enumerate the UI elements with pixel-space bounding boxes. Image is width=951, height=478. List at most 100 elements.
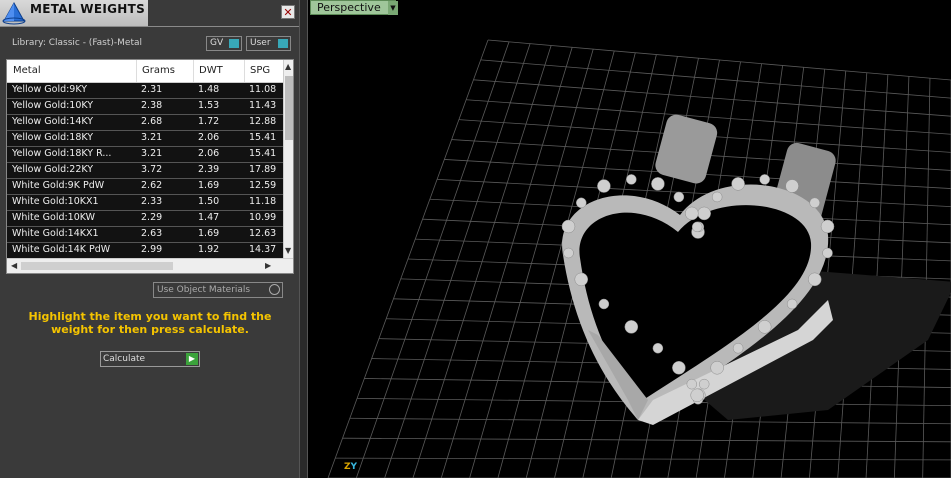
table-row[interactable]: Yellow Gold:18KY R... 3.21 2.06 15.41 <box>7 147 283 163</box>
calculate-button[interactable]: Calculate ▶ <box>100 351 200 367</box>
bead <box>785 179 799 193</box>
radio-circle-icon[interactable] <box>269 284 280 295</box>
view-name-label: Perspective <box>317 1 381 14</box>
instruction-text: Highlight the item you want to find the … <box>28 310 272 336</box>
cell-metal: White Gold:14KX1 <box>12 228 99 239</box>
cell-spg: 11.43 <box>249 100 277 111</box>
cell-metal: Yellow Gold:10KY <box>12 100 94 111</box>
cell-grams: 2.38 <box>141 100 163 111</box>
heart-pendant-model <box>561 114 951 425</box>
bead <box>561 219 576 234</box>
table-row[interactable]: Yellow Gold:9KY 2.31 1.48 11.08 <box>7 83 283 99</box>
bead <box>731 177 745 191</box>
bead <box>697 206 711 221</box>
panel-splitter[interactable] <box>299 0 308 478</box>
table-row[interactable]: White Gold:14K PdW 2.99 1.92 14.37 <box>7 243 283 259</box>
vertical-scroll-thumb[interactable] <box>285 76 293 140</box>
table-header: Metal Grams DWT SPG <box>7 60 283 83</box>
bead <box>626 174 637 185</box>
scroll-up-icon[interactable]: ▲ <box>285 62 291 71</box>
column-divider[interactable] <box>244 60 245 82</box>
cell-spg: 15.41 <box>249 132 277 143</box>
bead <box>597 179 611 193</box>
scroll-right-icon[interactable]: ▶ <box>265 261 271 270</box>
chevron-down-icon[interactable]: ▼ <box>388 1 398 15</box>
table-row[interactable]: White Gold:14KX1 2.63 1.69 12.63 <box>7 227 283 243</box>
use-object-materials-label: Use Object Materials <box>157 285 251 295</box>
cell-grams: 3.72 <box>141 164 163 175</box>
pyramid-logo-icon <box>2 1 26 25</box>
cell-dwt: 1.69 <box>198 180 220 191</box>
bead <box>710 361 724 375</box>
table-row[interactable]: Yellow Gold:18KY 3.21 2.06 15.41 <box>7 131 283 147</box>
table-row[interactable]: Yellow Gold:14KY 2.68 1.72 12.88 <box>7 115 283 131</box>
table-row[interactable]: Yellow Gold:22KY 3.72 2.39 17.89 <box>7 163 283 179</box>
column-header-grams[interactable]: Grams <box>142 65 175 76</box>
bead <box>652 342 664 354</box>
bead <box>624 320 639 334</box>
metal-table[interactable]: Metal Grams DWT SPG Yellow Gold:9KY 2.31… <box>6 59 294 274</box>
use-object-materials-toggle[interactable]: Use Object Materials <box>153 282 283 298</box>
horizontal-scroll-thumb[interactable] <box>21 262 173 270</box>
bead <box>759 174 770 185</box>
scroll-down-icon[interactable]: ▼ <box>285 246 291 255</box>
column-divider[interactable] <box>136 60 137 82</box>
cell-grams: 3.21 <box>141 148 163 159</box>
cell-dwt: 1.48 <box>198 84 220 95</box>
cell-metal: White Gold:9K PdW <box>12 180 105 191</box>
gv-toggle[interactable]: GV <box>206 36 242 51</box>
cell-dwt: 1.92 <box>198 244 220 255</box>
horizontal-scrollbar[interactable]: ◀ ▶ <box>7 258 293 273</box>
bead <box>822 247 833 259</box>
cell-grams: 2.33 <box>141 196 163 207</box>
table-row[interactable]: White Gold:9K PdW 2.62 1.69 12.59 <box>7 179 283 195</box>
cell-grams: 2.68 <box>141 116 163 127</box>
cell-spg: 12.59 <box>249 180 277 191</box>
column-divider[interactable] <box>193 60 194 82</box>
toggle-knob-icon <box>278 39 288 48</box>
cell-grams: 2.31 <box>141 84 163 95</box>
vertical-scrollbar[interactable]: ▲ ▼ <box>283 60 293 258</box>
cell-spg: 10.99 <box>249 212 277 223</box>
cell-spg: 12.88 <box>249 116 277 127</box>
cell-metal: Yellow Gold:9KY <box>12 84 88 95</box>
cell-grams: 2.63 <box>141 228 163 239</box>
play-arrow-icon: ▶ <box>186 353 198 365</box>
column-header-dwt[interactable]: DWT <box>199 65 223 76</box>
table-row[interactable]: White Gold:10KX1 2.33 1.50 11.18 <box>7 195 283 211</box>
bead <box>711 191 723 203</box>
cell-dwt: 1.69 <box>198 228 220 239</box>
bead <box>598 298 610 310</box>
table-row[interactable]: Yellow Gold:10KY 2.38 1.53 11.43 <box>7 99 283 115</box>
close-button[interactable]: ✕ <box>281 5 295 19</box>
cell-metal: White Gold:14K PdW <box>12 244 111 255</box>
table-row[interactable]: White Gold:10KW 2.29 1.47 10.99 <box>7 211 283 227</box>
cell-spg: 12.63 <box>249 228 277 239</box>
metal-weights-panel: METAL WEIGHTS ✕ Library: Classic - (Fast… <box>0 0 299 478</box>
panel-title: METAL WEIGHTS <box>30 2 146 16</box>
cell-dwt: 2.06 <box>198 132 220 143</box>
column-header-spg[interactable]: SPG <box>250 65 270 76</box>
cell-metal: White Gold:10KX1 <box>12 196 99 207</box>
cell-spg: 14.37 <box>249 244 277 255</box>
bead <box>673 191 685 203</box>
cell-grams: 3.21 <box>141 132 163 143</box>
bead <box>820 219 835 234</box>
scroll-left-icon[interactable]: ◀ <box>11 261 17 270</box>
column-header-metal[interactable]: Metal <box>13 65 41 76</box>
viewport-scene <box>327 39 951 478</box>
cell-metal: White Gold:10KW <box>12 212 96 223</box>
bead <box>691 221 703 233</box>
titlebar-notch <box>148 0 299 26</box>
perspective-viewport[interactable]: Perspective ▼ ZY <box>308 0 951 478</box>
user-toggle[interactable]: User <box>246 36 291 51</box>
bead <box>690 388 704 402</box>
bead <box>685 206 699 221</box>
cell-grams: 2.62 <box>141 180 163 191</box>
close-icon: ✕ <box>283 6 293 19</box>
user-toggle-label: User <box>250 38 271 48</box>
bead <box>576 197 587 209</box>
panel-titlebar[interactable]: METAL WEIGHTS ✕ <box>0 0 299 27</box>
view-selector-tab[interactable]: Perspective ▼ <box>310 0 398 15</box>
cell-dwt: 1.72 <box>198 116 220 127</box>
